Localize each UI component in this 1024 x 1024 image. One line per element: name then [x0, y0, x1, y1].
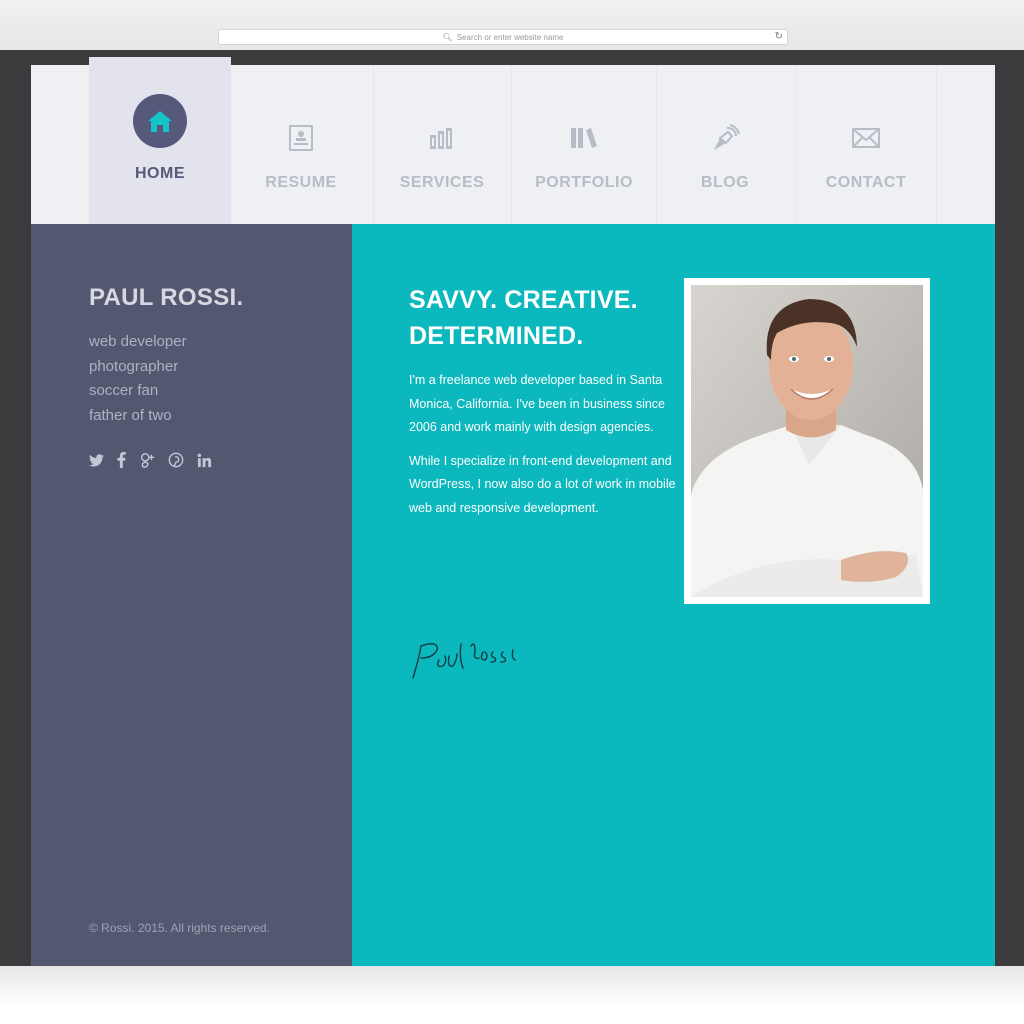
pinterest-icon[interactable]	[168, 451, 184, 469]
profile-photo	[691, 285, 923, 597]
role-item: father of two	[89, 406, 172, 424]
nav-item-resume[interactable]: RESUME	[230, 65, 372, 224]
search-icon: 🔍︎	[442, 32, 453, 42]
google-plus-icon[interactable]	[139, 451, 155, 469]
profile-photo-frame	[684, 278, 930, 604]
signature	[409, 638, 529, 687]
role-item: soccer fan	[89, 382, 159, 399]
role-item: web developer	[89, 333, 187, 350]
bio-paragraph: I'm a freelance web developer based in S…	[409, 373, 665, 434]
services-icon	[415, 111, 469, 165]
browser-toolbar: 🔍︎ Search or enter website name ↻	[0, 0, 1024, 51]
contact-icon	[839, 111, 893, 165]
linkedin-icon[interactable]	[197, 451, 212, 469]
twitter-icon[interactable]	[89, 451, 104, 469]
main-nav: HOME RESUME SERVICES PORTFOLIO BLOG CONT…	[31, 57, 995, 224]
bio-paragraph: While I specialize in front-end developm…	[409, 453, 676, 515]
facebook-icon[interactable]	[117, 451, 126, 469]
copyright-text: © Rossi. 2015. All rights reserved.	[89, 921, 270, 935]
role-list: web developer photographer soccer fan fa…	[89, 330, 187, 428]
nav-label: PORTFOLIO	[535, 174, 633, 191]
nav-item-portfolio[interactable]: PORTFOLIO	[513, 65, 655, 224]
headline-line: DETERMINED.	[409, 322, 584, 350]
nav-item-blog[interactable]: BLOG	[654, 65, 796, 224]
headline-line: SAVVY. CREATIVE.	[409, 286, 638, 314]
nav-label: RESUME	[265, 174, 337, 191]
nav-item-home[interactable]: HOME	[89, 57, 231, 224]
blog-icon	[698, 111, 752, 165]
website-page: HOME RESUME SERVICES PORTFOLIO BLOG CONT…	[31, 57, 995, 966]
intro-section: SAVVY. CREATIVE. DETERMINED. I'm a freel…	[352, 224, 995, 966]
nav-label: CONTACT	[825, 174, 907, 191]
nav-label: BLOG	[700, 174, 750, 191]
nav-label: SERVICES	[399, 174, 485, 191]
profile-name: PAUL ROSSI.	[89, 284, 244, 311]
nav-label: HOME	[135, 165, 185, 182]
bio: I'm a freelance web developer based in S…	[409, 369, 679, 530]
home-icon	[133, 94, 187, 148]
headline: SAVVY. CREATIVE. DETERMINED.	[409, 282, 689, 354]
social-links	[89, 451, 212, 469]
reload-icon[interactable]: ↻	[775, 31, 783, 42]
nav-item-contact[interactable]: CONTACT	[795, 65, 937, 224]
profile-sidebar: PAUL ROSSI. web developer photographer s…	[31, 224, 352, 966]
portfolio-icon	[557, 111, 611, 165]
role-item: photographer	[89, 357, 179, 375]
address-placeholder: Search or enter website name	[456, 32, 564, 42]
resume-icon	[274, 111, 328, 165]
nav-item-services[interactable]: SERVICES	[371, 65, 513, 224]
address-bar[interactable]: 🔍︎ Search or enter website name ↻	[218, 29, 788, 45]
